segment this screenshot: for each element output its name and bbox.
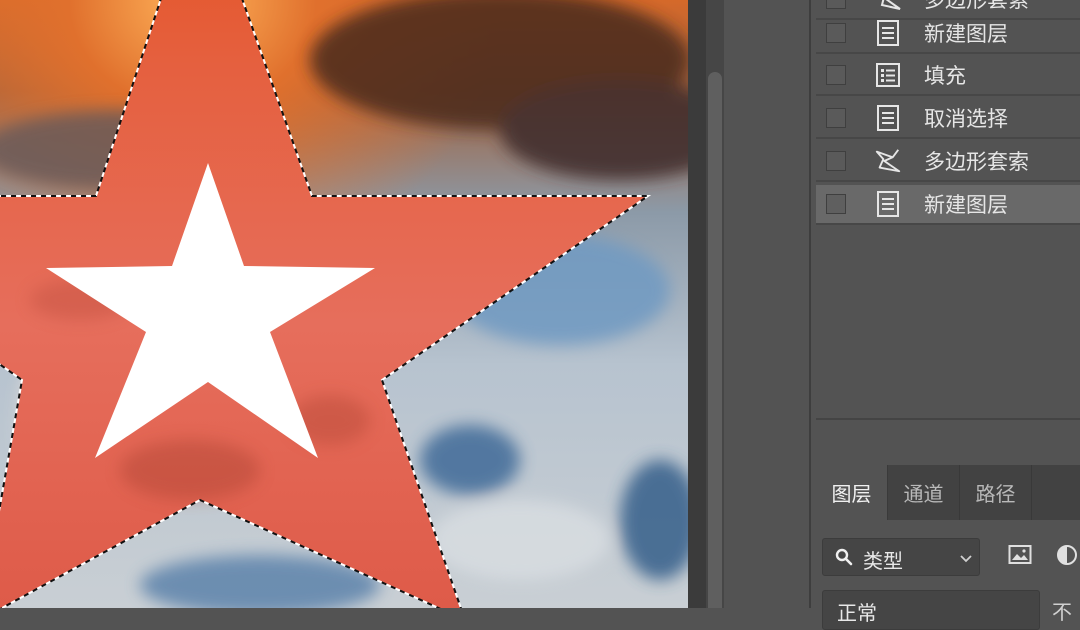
layers-panel-tabs: 图层 通道 路径 [816, 465, 1080, 520]
history-item-fill[interactable]: 填充 [816, 56, 1080, 96]
history-item-label: 多边形套索 [924, 150, 1029, 174]
history-item-checkbox[interactable] [826, 108, 846, 128]
blend-mode-value: 正常 [837, 601, 877, 625]
panel-divider [809, 0, 811, 608]
history-panel: 多边形套索 新建图层 填充 取消选择 多边形套索 新建图层 [816, 0, 1080, 465]
history-item-checkbox[interactable] [826, 65, 846, 85]
history-item-new-layer-2[interactable]: 新建图层 [816, 185, 1080, 225]
layer-filter-kind-value: 类型 [863, 549, 903, 573]
canvas-image [0, 0, 688, 608]
document-canvas[interactable] [0, 0, 688, 608]
document-icon [874, 190, 902, 218]
blend-mode-select[interactable]: 正常 [822, 590, 1040, 630]
document-icon [874, 104, 902, 132]
history-scrollbar[interactable] [706, 0, 724, 608]
history-item-new-layer-1[interactable]: 新建图层 [816, 14, 1080, 54]
history-item-label: 填充 [924, 64, 966, 88]
history-item-label: 取消选择 [924, 107, 1008, 131]
history-item-deselect[interactable]: 取消选择 [816, 99, 1080, 139]
layer-filter-kind-select[interactable]: 类型 [822, 538, 980, 576]
tab-channels[interactable]: 通道 [888, 465, 960, 520]
history-item-checkbox[interactable] [826, 151, 846, 171]
history-item-checkbox[interactable] [826, 23, 846, 43]
document-icon [874, 19, 902, 47]
lasso-icon [874, 147, 902, 175]
chevron-down-icon [959, 550, 973, 569]
history-item-label: 新建图层 [924, 193, 1008, 217]
tab-paths[interactable]: 路径 [960, 465, 1032, 520]
canvas-panel-gap [688, 0, 706, 608]
history-item-label: 新建图层 [924, 22, 1008, 46]
lasso-icon [874, 0, 902, 13]
history-item-label: 多边形套索 [924, 0, 1029, 12]
search-icon [835, 548, 853, 570]
opacity-label: 不 [1052, 600, 1072, 624]
tab-layers[interactable]: 图层 [816, 465, 888, 520]
image-icon[interactable] [1008, 544, 1032, 570]
history-item-checkbox[interactable] [826, 194, 846, 214]
layers-panel-body: 类型 正常 不 [816, 520, 1080, 630]
scrollbar-thumb[interactable] [708, 72, 722, 608]
panel-dock-gutter [688, 0, 816, 608]
history-item-checkbox[interactable] [826, 0, 846, 9]
fill-document-icon [874, 61, 902, 89]
history-item-polygon-lasso-2[interactable]: 多边形套索 [816, 142, 1080, 182]
adjustment-icon[interactable] [1056, 544, 1078, 570]
history-footer-divider [816, 418, 1080, 420]
